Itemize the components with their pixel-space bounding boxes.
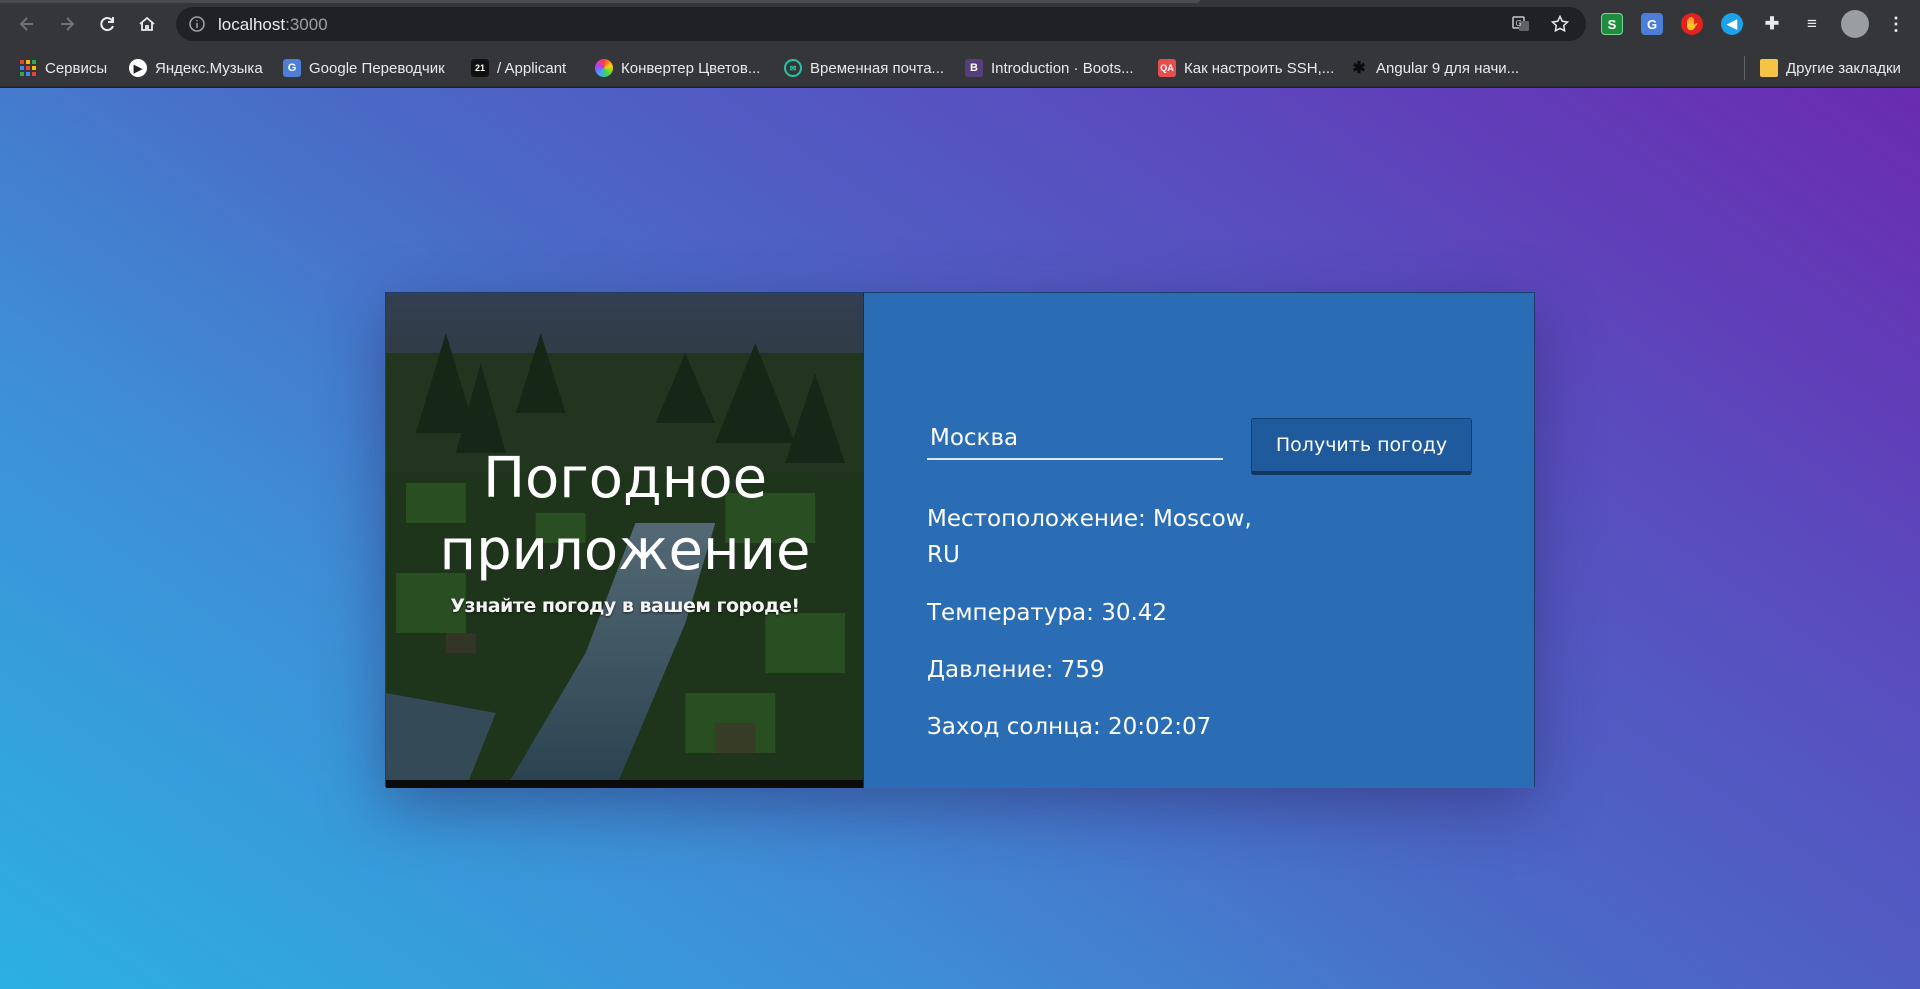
bookmark-services[interactable]: Сервисы	[19, 58, 107, 78]
back-button[interactable]	[13, 10, 41, 38]
bookmark-label: Introduction · Boots...	[991, 59, 1134, 77]
url-text[interactable]: localhost:3000	[218, 15, 328, 35]
weather-panel: Получить погоду Местоположение: Moscow, …	[864, 293, 1534, 788]
bookmark-temp-mail[interactable]: ✉ Временная почта...	[784, 58, 944, 78]
pressure-text: Давление: 759	[927, 657, 1105, 683]
translate-icon[interactable]: G	[1641, 13, 1663, 35]
get-weather-button[interactable]: Получить погоду	[1251, 418, 1472, 475]
temperature-text: Температура: 30.42	[927, 600, 1168, 626]
apps-grid-icon	[19, 59, 37, 77]
bookmark-applicant[interactable]: 21 / Applicant	[471, 58, 566, 78]
bookmark-color-converter[interactable]: Конвертер Цветов...	[595, 58, 760, 78]
app-title: Погодное приложение	[386, 443, 863, 587]
bookmark-label: Сервисы	[45, 59, 108, 77]
bookmark-label: Яндекс.Музыка	[155, 59, 263, 77]
applicant-icon: 21	[471, 59, 489, 77]
location-line1: Местоположение: Moscow,	[927, 506, 1252, 532]
sheets-icon[interactable]: S	[1601, 13, 1623, 35]
google-translate-icon: G	[283, 59, 301, 77]
bug-icon: ✱	[1352, 60, 1366, 77]
bookmark-bootstrap[interactable]: B Introduction · Boots...	[965, 58, 1134, 78]
weather-card: Погодное приложение Узнайте погоду в ваш…	[385, 292, 1535, 788]
bookmark-label: Google Переводчик	[309, 59, 445, 77]
browser-toolbar: localhost:3000 G S G ✋ ◀ ✚ ≡ ⋮	[0, 0, 1920, 49]
bookmark-label: Angular 9 для начи...	[1376, 59, 1520, 77]
hero-bottom-edge	[386, 780, 863, 788]
info-icon[interactable]	[188, 15, 206, 33]
qa-icon: QA	[1158, 59, 1176, 77]
translate-page-icon[interactable]: G	[1511, 14, 1531, 34]
menu-dots-icon[interactable]: ⋮	[1885, 13, 1907, 35]
arrow-right-icon	[61, 17, 75, 31]
bookmark-label: / Applicant	[497, 59, 567, 77]
profile-avatar-icon[interactable]	[1841, 10, 1869, 38]
bookmark-label: Другие закладки	[1786, 59, 1901, 77]
app-title-line1: Погодное	[482, 446, 768, 511]
url-port: :3000	[285, 15, 328, 34]
bookmarks-divider	[1744, 56, 1745, 80]
bookmark-label: Временная почта...	[810, 59, 945, 77]
arrow-left-icon	[19, 17, 33, 31]
sunset-text: Заход солнца: 20:02:07	[927, 714, 1212, 740]
bootstrap-icon: B	[965, 59, 983, 77]
home-button[interactable]	[133, 10, 161, 38]
location-text: Местоположение: Moscow, RU	[927, 501, 1277, 573]
bookmark-yandex-music[interactable]: ▶ Яндекс.Музыка	[129, 58, 263, 78]
temp-mail-icon: ✉	[784, 59, 802, 77]
bookmark-angular[interactable]: ✱ Angular 9 для начи...	[1350, 58, 1519, 78]
bookmark-label: Конвертер Цветов...	[621, 59, 761, 77]
hero-panel: Погодное приложение Узнайте погоду в ваш…	[386, 293, 864, 788]
playlist-icon[interactable]: ≡	[1801, 13, 1823, 35]
home-icon	[139, 16, 155, 31]
url-host: localhost	[218, 15, 286, 34]
app-subtitle: Узнайте погоду в вашем городе!	[450, 595, 800, 617]
color-wheel-icon	[595, 59, 613, 77]
reload-button[interactable]	[93, 10, 121, 38]
bookmark-label: Как настроить SSH,...	[1184, 59, 1335, 77]
app-title-line2: приложение	[439, 518, 811, 583]
folder-icon	[1760, 59, 1778, 77]
tab-strip	[0, 0, 1200, 3]
reload-icon	[100, 17, 114, 32]
svg-text:G: G	[1516, 19, 1522, 28]
address-bar[interactable]: localhost:3000 G	[176, 7, 1586, 41]
bookmarks-bar: Сервисы ▶ Яндекс.Музыка G Google Перевод…	[0, 49, 1920, 87]
location-line2: RU	[927, 542, 960, 568]
bookmark-other[interactable]: Другие закладки	[1760, 58, 1901, 78]
yandex-music-icon: ▶	[129, 59, 147, 77]
forward-button[interactable]	[53, 10, 81, 38]
page-viewport: Погодное приложение Узнайте погоду в ваш…	[0, 88, 1920, 989]
star-icon[interactable]	[1550, 14, 1570, 34]
puzzle-icon[interactable]: ✚	[1761, 13, 1783, 35]
bookmark-google-translate[interactable]: G Google Переводчик	[283, 58, 445, 78]
adblock-icon[interactable]: ✋	[1681, 13, 1703, 35]
audio-icon[interactable]: ◀	[1721, 13, 1743, 35]
city-input[interactable]	[927, 418, 1223, 460]
bookmark-ssh[interactable]: QA Как настроить SSH,...	[1158, 58, 1334, 78]
